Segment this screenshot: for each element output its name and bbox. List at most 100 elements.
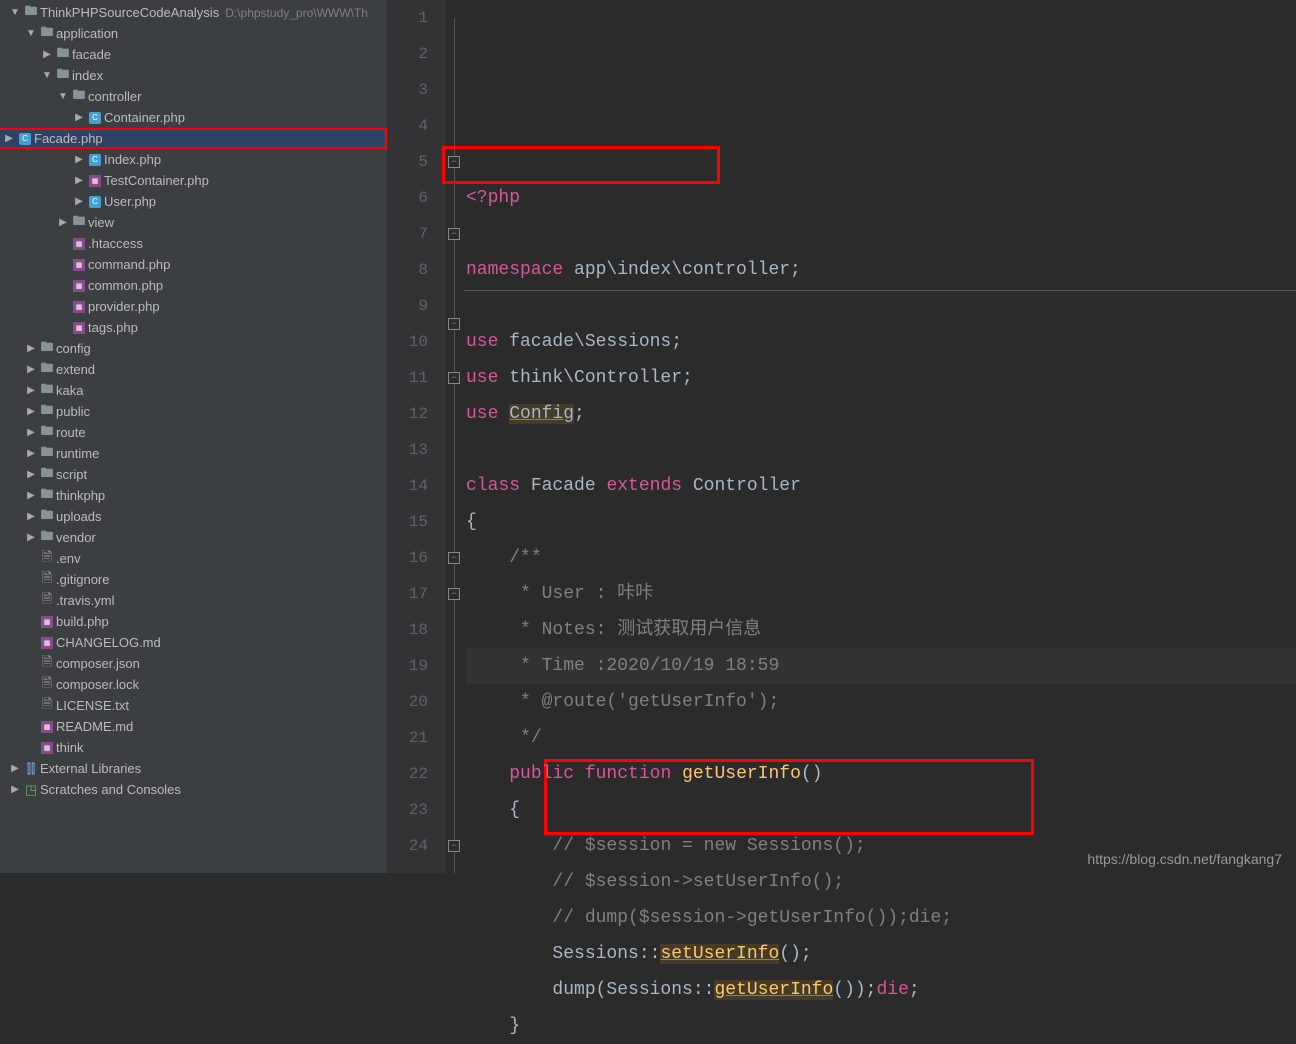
code-line-2[interactable]: [466, 216, 1296, 252]
code-line-9[interactable]: class Facade extends Controller: [466, 468, 1296, 504]
tree-item-command-php[interactable]: ▦command.php: [0, 254, 387, 275]
expand-arrow-icon[interactable]: ▶: [24, 385, 38, 396]
tree-item-label: kaka: [56, 383, 83, 398]
code-line-4[interactable]: [466, 288, 1296, 324]
expand-arrow-icon[interactable]: ▶: [24, 364, 38, 375]
tree-item-tags-php[interactable]: ▦tags.php: [0, 317, 387, 338]
tree-item--gitignore[interactable]: 🗎.gitignore: [0, 569, 387, 590]
tree-item--env[interactable]: 🗎.env: [0, 548, 387, 569]
tree-item-label: thinkphp: [56, 488, 105, 503]
code-line-23[interactable]: dump(Sessions::getUserInfo());die;: [466, 972, 1296, 1008]
tree-item-provider-php[interactable]: ▦provider.php: [0, 296, 387, 317]
code-line-1[interactable]: <?php: [466, 180, 1296, 216]
tree-item--htaccess[interactable]: ▦.htaccess: [0, 233, 387, 254]
file-icon: ▦: [86, 175, 104, 187]
folder-icon: 🖿: [38, 527, 56, 549]
code-line-24[interactable]: }: [466, 1008, 1296, 1044]
tree-item-container-php[interactable]: ▶CContainer.php: [0, 107, 387, 128]
code-editor[interactable]: 123456789101112131415161718192021222324 …: [388, 0, 1296, 873]
tree-item-think[interactable]: ▦think: [0, 737, 387, 758]
code-line-10[interactable]: {: [466, 504, 1296, 540]
tree-item-thinkphpsourcecodeanalysis[interactable]: ▼🖿ThinkPHPSourceCodeAnalysisD:\phpstudy_…: [0, 2, 387, 23]
code-line-21[interactable]: // dump($session->getUserInfo());die;: [466, 900, 1296, 936]
tree-item-config[interactable]: ▶🖿config: [0, 338, 387, 359]
expand-arrow-icon[interactable]: ▶: [8, 763, 22, 774]
code-line-22[interactable]: Sessions::setUserInfo();: [466, 936, 1296, 972]
tree-item-license-txt[interactable]: 🗎LICENSE.txt: [0, 695, 387, 716]
tree-item-controller[interactable]: ▼🖿controller: [0, 86, 387, 107]
code-line-5[interactable]: use facade\Sessions;: [466, 324, 1296, 360]
tree-item-readme-md[interactable]: ▦README.md: [0, 716, 387, 737]
tree-item--travis-yml[interactable]: 🗎.travis.yml: [0, 590, 387, 611]
tree-item-external-libraries[interactable]: ▶⫿⫿External Libraries: [0, 758, 387, 779]
expand-arrow-icon[interactable]: ▶: [24, 343, 38, 354]
expand-arrow-icon[interactable]: ▶: [56, 217, 70, 228]
expand-arrow-icon[interactable]: ▶: [24, 532, 38, 543]
tree-item-facade[interactable]: ▶🖿facade: [0, 44, 387, 65]
tree-item-uploads[interactable]: ▶🖿uploads: [0, 506, 387, 527]
expand-arrow-icon[interactable]: ▶: [40, 49, 54, 60]
code-line-18[interactable]: {: [466, 792, 1296, 828]
code-line-20[interactable]: // $session->setUserInfo();: [466, 864, 1296, 900]
tree-item-build-php[interactable]: ▦build.php: [0, 611, 387, 632]
text-file-icon: 🗎: [38, 674, 56, 696]
code-line-12[interactable]: * User : 咔咔: [466, 576, 1296, 612]
code-line-17[interactable]: public function getUserInfo(): [466, 756, 1296, 792]
project-tree-panel[interactable]: ▼🖿ThinkPHPSourceCodeAnalysisD:\phpstudy_…: [0, 0, 388, 873]
tree-item-application[interactable]: ▼🖿application: [0, 23, 387, 44]
code-line-15[interactable]: * @route('getUserInfo');: [466, 684, 1296, 720]
tree-item-public[interactable]: ▶🖿public: [0, 401, 387, 422]
expand-arrow-icon[interactable]: ▶: [24, 406, 38, 417]
tree-item-vendor[interactable]: ▶🖿vendor: [0, 527, 387, 548]
tree-item-kaka[interactable]: ▶🖿kaka: [0, 380, 387, 401]
expand-arrow-icon[interactable]: ▼: [8, 7, 22, 18]
tree-item-common-php[interactable]: ▦common.php: [0, 275, 387, 296]
code-line-11[interactable]: /**: [466, 540, 1296, 576]
expand-arrow-icon[interactable]: ▶: [24, 511, 38, 522]
tree-item-script[interactable]: ▶🖿script: [0, 464, 387, 485]
code-line-14[interactable]: * Time :2020/10/19 18:59: [466, 648, 1296, 684]
expand-arrow-icon[interactable]: ▶: [8, 784, 22, 795]
expand-arrow-icon[interactable]: ▶: [72, 154, 86, 165]
tree-item-scratches-and-consoles[interactable]: ▶◳Scratches and Consoles: [0, 779, 387, 800]
line-number: 21: [388, 720, 428, 756]
tree-item-extend[interactable]: ▶🖿extend: [0, 359, 387, 380]
expand-arrow-icon[interactable]: ▶: [72, 112, 86, 123]
fold-column[interactable]: − − − − − − −: [446, 0, 464, 873]
tree-item-label: Container.php: [104, 110, 185, 125]
expand-arrow-icon[interactable]: ▶: [24, 427, 38, 438]
expand-arrow-icon[interactable]: ▶: [24, 448, 38, 459]
expand-arrow-icon[interactable]: ▼: [40, 70, 54, 81]
code-line-7[interactable]: use Config;: [466, 396, 1296, 432]
tree-item-route[interactable]: ▶🖿route: [0, 422, 387, 443]
expand-arrow-icon[interactable]: ▶: [72, 175, 86, 186]
tree-item-index-php[interactable]: ▶CIndex.php: [0, 149, 387, 170]
line-number: 1: [388, 0, 428, 36]
tree-item-user-php[interactable]: ▶CUser.php: [0, 191, 387, 212]
code-content[interactable]: <?php namespace app\index\controller; use …: [464, 0, 1296, 873]
code-line-16[interactable]: */: [466, 720, 1296, 756]
tree-item-thinkphp[interactable]: ▶🖿thinkphp: [0, 485, 387, 506]
expand-arrow-icon[interactable]: ▶: [24, 490, 38, 501]
expand-arrow-icon[interactable]: ▶: [2, 133, 16, 144]
code-line-3[interactable]: namespace app\index\controller;: [466, 252, 1296, 288]
tree-item-composer-json[interactable]: 🗎composer.json: [0, 653, 387, 674]
code-line-13[interactable]: * Notes: 测试获取用户信息: [466, 612, 1296, 648]
tree-item-runtime[interactable]: ▶🖿runtime: [0, 443, 387, 464]
tree-item-label: Index.php: [104, 152, 161, 167]
tree-item-view[interactable]: ▶🖿view: [0, 212, 387, 233]
code-line-6[interactable]: use think\Controller;: [466, 360, 1296, 396]
expand-arrow-icon[interactable]: ▼: [24, 28, 38, 39]
expand-arrow-icon[interactable]: ▼: [56, 91, 70, 102]
expand-arrow-icon[interactable]: ▶: [72, 196, 86, 207]
expand-arrow-icon[interactable]: ▶: [24, 469, 38, 480]
tree-item-label: .env: [56, 551, 81, 566]
tree-item-testcontainer-php[interactable]: ▶▦TestContainer.php: [0, 170, 387, 191]
tree-item-facade-php[interactable]: ▶CFacade.php: [0, 128, 387, 149]
file-icon: ▦: [38, 742, 56, 754]
tree-item-index[interactable]: ▼🖿index: [0, 65, 387, 86]
php-file-icon: C: [86, 154, 104, 166]
tree-item-composer-lock[interactable]: 🗎composer.lock: [0, 674, 387, 695]
code-line-8[interactable]: [466, 432, 1296, 468]
tree-item-changelog-md[interactable]: ▦CHANGELOG.md: [0, 632, 387, 653]
